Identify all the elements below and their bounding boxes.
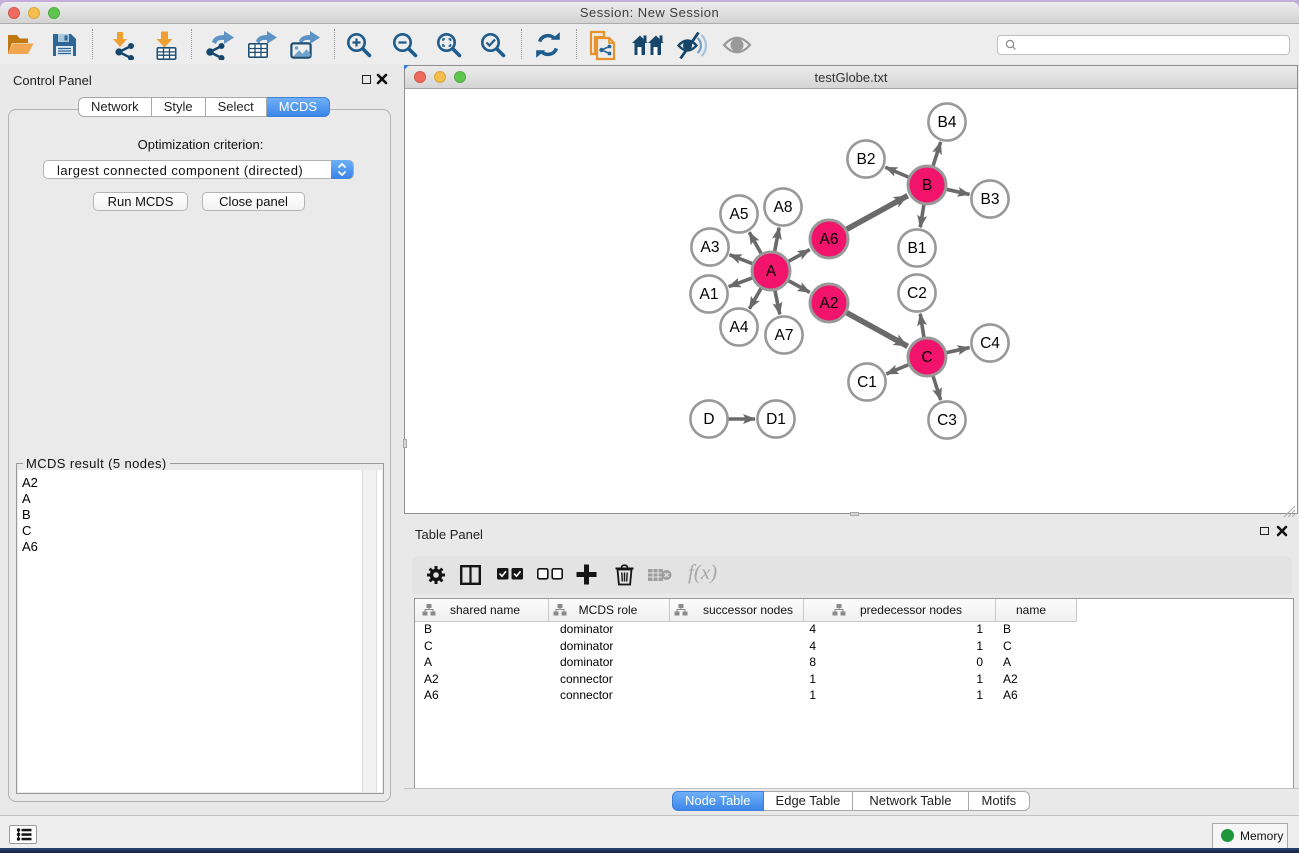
svg-text:C1: C1 — [857, 374, 877, 391]
svg-text:C4: C4 — [980, 335, 1000, 352]
svg-text:B: B — [922, 177, 932, 194]
svg-text:A5: A5 — [730, 206, 749, 223]
svg-text:A3: A3 — [701, 239, 720, 256]
svg-text:A8: A8 — [774, 199, 793, 216]
svg-text:A1: A1 — [700, 286, 719, 303]
svg-text:B2: B2 — [857, 151, 876, 168]
svg-text:A2: A2 — [820, 295, 839, 312]
svg-text:B4: B4 — [938, 114, 957, 131]
svg-text:A4: A4 — [730, 319, 749, 336]
svg-text:D: D — [703, 411, 714, 428]
svg-text:A: A — [766, 263, 777, 280]
svg-text:B1: B1 — [908, 240, 927, 257]
svg-text:C3: C3 — [937, 412, 957, 429]
svg-text:A6: A6 — [820, 231, 839, 248]
svg-text:C: C — [921, 349, 932, 366]
svg-text:B3: B3 — [981, 191, 1000, 208]
svg-text:A7: A7 — [775, 327, 794, 344]
svg-text:D1: D1 — [766, 411, 786, 428]
svg-text:C2: C2 — [907, 285, 927, 302]
